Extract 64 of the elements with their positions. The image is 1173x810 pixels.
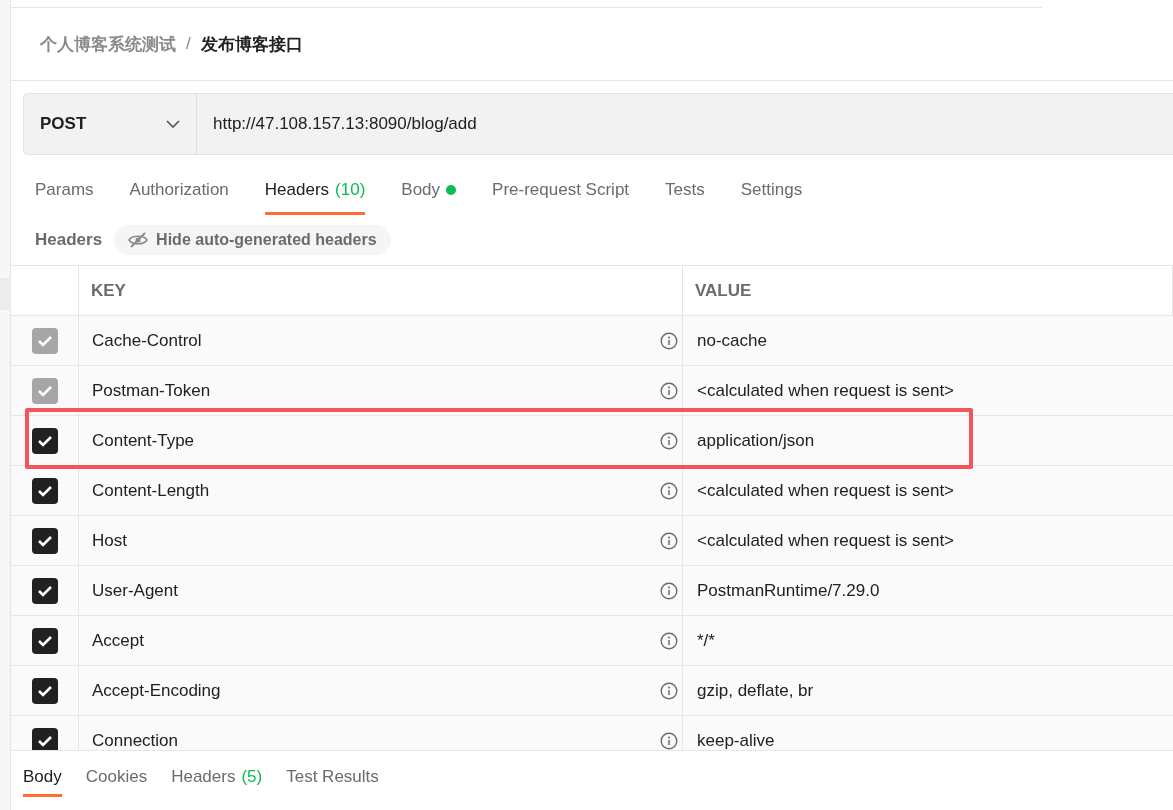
header-value: application/json [696,429,816,452]
info-icon [660,581,678,600]
row-checkbox[interactable] [31,677,58,704]
header-key: Cache-Control [92,330,202,351]
breadcrumb-parent[interactable]: 个人博客系统测试 [40,32,176,56]
request-tab[interactable]: Tests [665,155,705,215]
info-icon [660,731,678,750]
info-icon [660,481,678,500]
check-icon [36,484,53,497]
method-dropdown[interactable]: POST [23,93,197,155]
check-icon [36,334,53,347]
header-key: Connection [92,730,178,751]
info-icon [660,631,678,650]
header-value: */* [696,629,716,652]
request-tab[interactable]: Authorization [129,155,229,215]
row-checkbox[interactable] [31,577,58,604]
chevron-down-icon [166,119,180,129]
header-value: <calculated when request is sent> [696,529,956,552]
header-value: PostmanRuntime/7.29.0 [696,579,881,602]
check-icon [36,434,53,447]
header-key: Content-Type [92,430,195,451]
eye-slash-icon [128,232,149,248]
response-tab[interactable]: Test Results [286,751,379,797]
request-tab[interactable]: Params [35,155,94,215]
header-key: User-Agent [92,580,178,601]
info-icon [660,681,678,700]
column-header: VALUE [683,266,1173,315]
header-key: Accept [92,630,144,651]
request-tab[interactable]: Pre-request Script [492,155,630,215]
check-icon [36,734,53,747]
header-key: Accept-Encoding [92,680,221,701]
breadcrumb-current: 发布博客接口 [200,33,303,56]
check-icon [36,534,53,547]
check-icon [36,584,53,597]
url-field[interactable]: http://47.108.157.13:8090/blog/add [197,93,1173,155]
request-tab[interactable]: Headers (10) [264,155,366,215]
request-tab[interactable]: Settings [740,155,803,215]
row-checkbox[interactable] [31,527,58,554]
header-value: gzip, deflate, br [696,679,815,702]
response-tab[interactable]: Cookies [85,751,148,797]
check-icon [36,684,53,697]
info-icon [660,381,678,400]
row-checkbox[interactable] [31,627,58,654]
header-value: keep-alive [696,729,776,752]
column-header: KEY [79,266,683,315]
info-icon [660,531,678,550]
header-value: <calculated when request is sent> [696,379,956,402]
check-icon [36,384,53,397]
header-value: no-cache [696,329,768,352]
header-key: Host [92,530,127,551]
header-value: <calculated when request is sent> [696,479,956,502]
check-icon [36,634,53,647]
headers-label: Headers [35,230,103,250]
breadcrumb-separator: / [186,34,191,54]
request-tab[interactable]: Body [401,155,457,215]
info-icon [660,331,678,350]
row-checkbox[interactable] [31,427,58,454]
response-tab[interactable]: Body [23,751,62,797]
info-icon [660,431,678,450]
row-checkbox[interactable] [31,477,58,504]
header-key: Postman-Token [92,380,211,401]
response-tab[interactable]: Headers (5) [171,751,263,797]
header-key: Content-Length [92,480,210,501]
hide-headers-toggle[interactable]: Hide auto-generated headers [114,225,391,255]
